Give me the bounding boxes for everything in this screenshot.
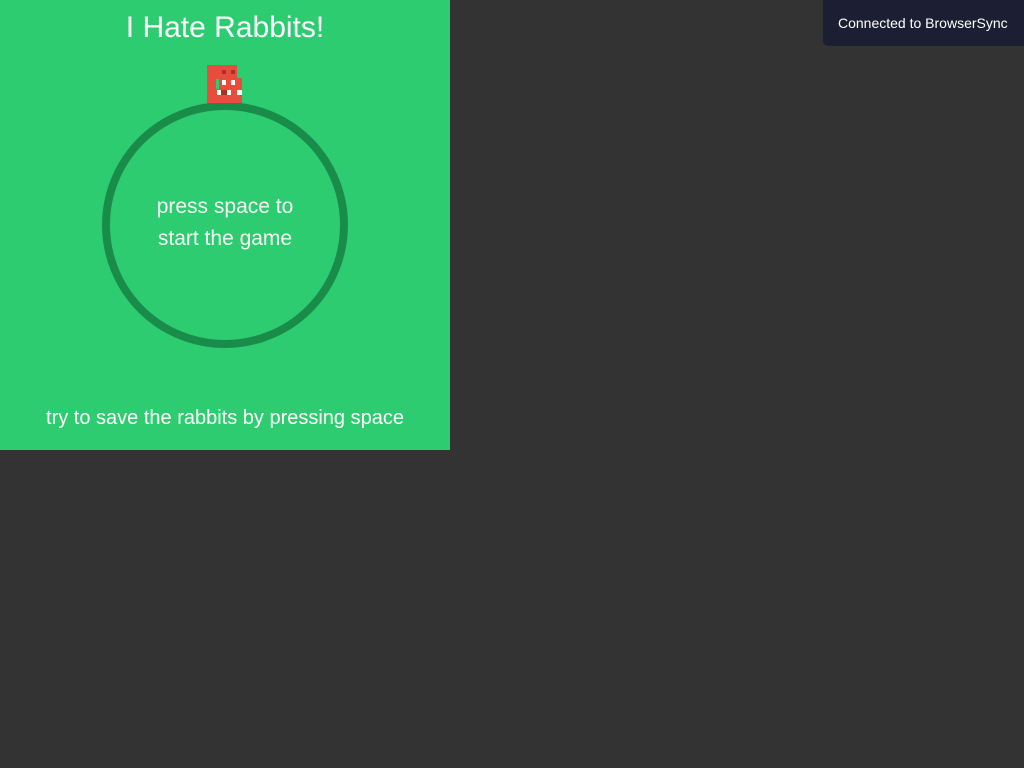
monster-icon bbox=[207, 65, 242, 103]
start-prompt-line-2: start the game bbox=[157, 227, 293, 250]
instructions-text: try to save the rabbits by pressing spac… bbox=[46, 407, 404, 429]
browsersync-notification: Connected to BrowserSync bbox=[823, 0, 1024, 46]
start-prompt-line-1: press space to bbox=[156, 195, 294, 218]
start-prompt: press space to start the game bbox=[125, 191, 325, 255]
game-canvas[interactable]: I Hate Rabbits! press space to start the… bbox=[0, 0, 450, 450]
